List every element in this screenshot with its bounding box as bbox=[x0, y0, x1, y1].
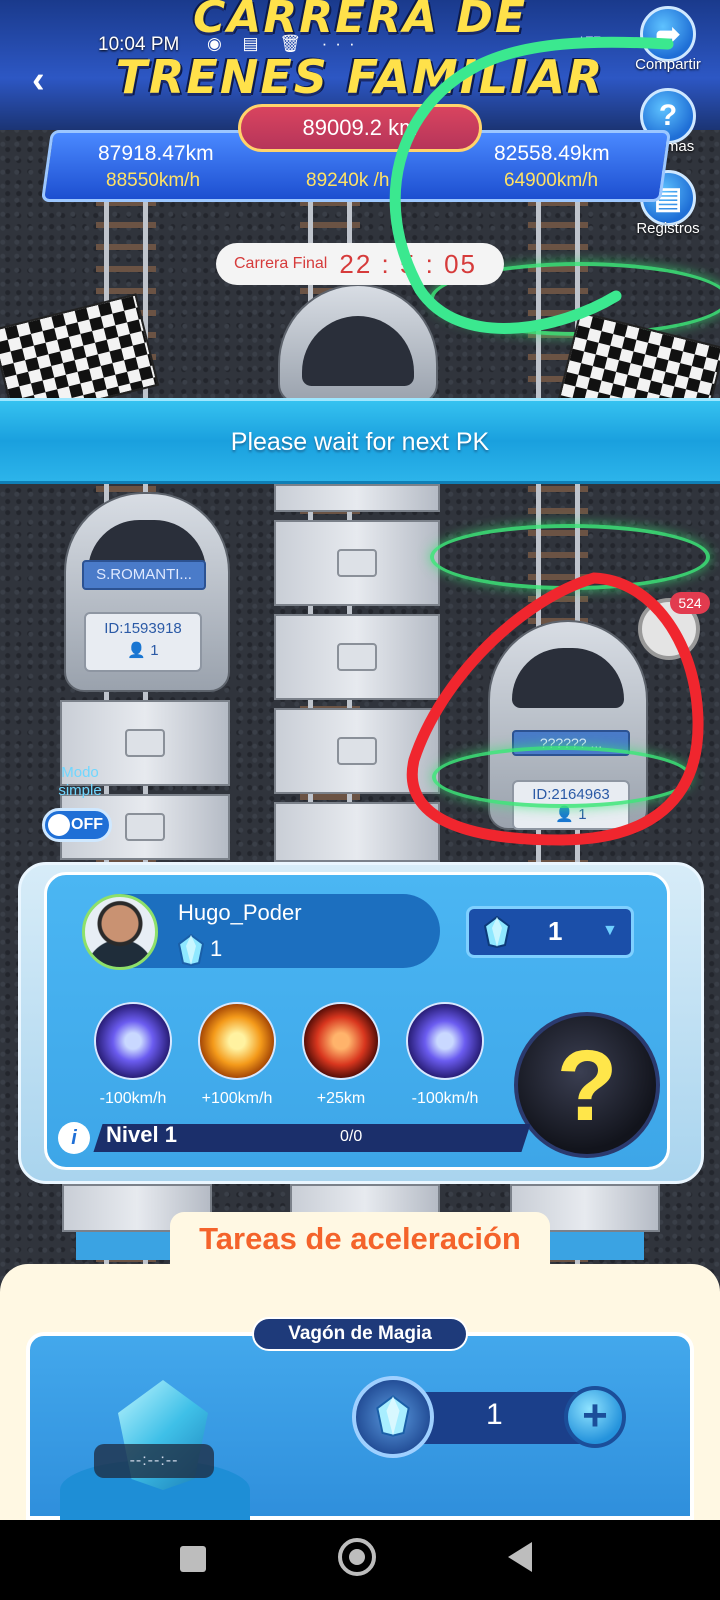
member-icon: 👤 bbox=[127, 642, 151, 659]
center-train-car bbox=[274, 614, 440, 700]
left-speed: 88550km/h bbox=[106, 170, 201, 191]
avatar[interactable] bbox=[82, 894, 158, 970]
right-train-members: 1 bbox=[578, 806, 587, 823]
right-distance: 82558.49km bbox=[494, 142, 610, 165]
left-train-members: 1 bbox=[150, 642, 159, 659]
back-button[interactable] bbox=[508, 1542, 532, 1572]
magic-wagon-title: Vagón de Magia bbox=[252, 1317, 468, 1351]
center-distance-pill: 89009.2 km bbox=[238, 104, 482, 152]
left-train-id: ID:1593918 bbox=[104, 620, 182, 637]
left-train-name: S.ROMANTI... bbox=[82, 560, 206, 590]
username: Hugo_Poder bbox=[178, 900, 302, 925]
chevron-down-icon: ▼ bbox=[602, 922, 618, 939]
back-arrow-icon[interactable]: ‹ bbox=[32, 60, 62, 100]
gem-icon bbox=[178, 934, 204, 966]
boost-ring-mid bbox=[430, 524, 710, 590]
center-speed: 89240k /h bbox=[306, 170, 390, 191]
level-label: Nivel 1 bbox=[106, 1122, 177, 1147]
modo-simple-label: Modo simple bbox=[58, 764, 102, 799]
tasks-title: Tareas de aceleración bbox=[170, 1212, 550, 1274]
skill-boost[interactable] bbox=[198, 1002, 276, 1080]
skill-distance-label: +25km bbox=[316, 1090, 366, 1107]
status-icons: ◉ ▤ 🗑 ··· bbox=[207, 34, 363, 53]
left-train-id-plate: ID:1593918 👤 1 bbox=[84, 612, 202, 672]
center-train-car bbox=[274, 708, 440, 794]
share-label: Compartir bbox=[635, 56, 701, 73]
title-line-2: TRENES FAMILIAR bbox=[115, 50, 605, 104]
final-race-timer: Carrera Final 22 : 5 : 05 bbox=[216, 243, 504, 285]
skill-slow-1[interactable] bbox=[94, 1002, 172, 1080]
skill-slow-2[interactable] bbox=[406, 1002, 484, 1080]
gem-count: 1 bbox=[210, 936, 223, 961]
notification-badge: 524 bbox=[670, 592, 710, 614]
modo-simple-toggle[interactable]: OFF bbox=[42, 808, 112, 842]
skill-distance[interactable] bbox=[302, 1002, 380, 1080]
final-race-time: 22 : 5 : 05 bbox=[339, 248, 478, 279]
mystery-box-button[interactable]: ? bbox=[514, 1012, 660, 1158]
center-train-car bbox=[274, 802, 440, 862]
add-quantity-button[interactable]: + bbox=[564, 1386, 626, 1448]
magic-timer: --:--:-- bbox=[94, 1444, 214, 1478]
share-icon: ➦ bbox=[640, 6, 696, 62]
wait-banner: Please wait for next PK bbox=[0, 398, 720, 484]
tareas-side-right bbox=[534, 1232, 644, 1260]
quantity-value: 1 bbox=[486, 1398, 503, 1431]
skill-boost-label: +100km/h bbox=[201, 1090, 273, 1107]
gem-icon bbox=[484, 916, 510, 948]
center-train-car bbox=[274, 484, 440, 512]
skill-slow-1-label: -100km/h bbox=[99, 1090, 167, 1107]
toggle-knob bbox=[48, 814, 70, 836]
toggle-state: OFF bbox=[71, 816, 103, 833]
center-train-car bbox=[274, 520, 440, 606]
final-race-label: Carrera Final bbox=[234, 255, 328, 272]
member-icon: 👤 bbox=[555, 806, 579, 823]
home-button[interactable] bbox=[338, 1538, 376, 1576]
boost-ring-low bbox=[432, 746, 692, 808]
share-button[interactable]: ➦ Compartir bbox=[635, 6, 701, 73]
crystal-gem-icon bbox=[352, 1376, 434, 1458]
select-value: 1 bbox=[548, 916, 563, 946]
left-distance: 87918.47km bbox=[98, 142, 214, 165]
network-indicator: LTE bbox=[580, 34, 602, 48]
info-icon[interactable]: i bbox=[58, 1122, 90, 1154]
status-time: 10:04 PM bbox=[98, 34, 180, 55]
recents-button[interactable] bbox=[180, 1546, 206, 1572]
level-progress-text: 0/0 bbox=[340, 1128, 363, 1145]
skill-slow-2-label: -100km/h bbox=[411, 1090, 479, 1107]
right-speed: 64900km/h bbox=[504, 170, 599, 191]
records-label: Registros bbox=[636, 220, 700, 237]
